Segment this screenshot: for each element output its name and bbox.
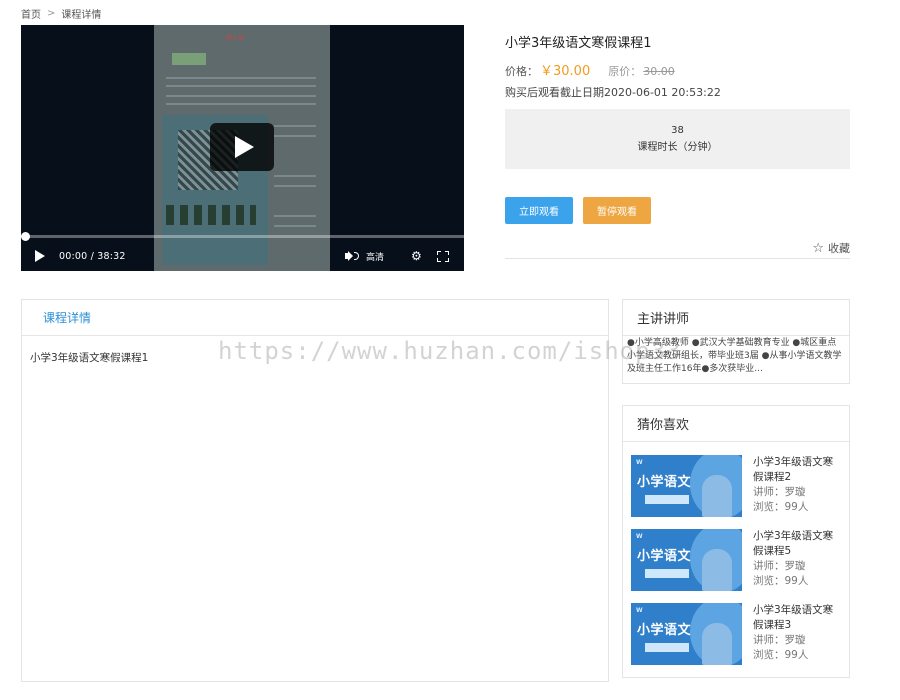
control-bar: 00:00 / 38:32 高清 ⚙ xyxy=(21,241,464,271)
breadcrumb-current: 课程详情 xyxy=(61,10,102,21)
video-page-title: 第十讲 xyxy=(226,35,245,42)
favorite-button[interactable]: 收藏 xyxy=(828,240,850,256)
pause-watch-button[interactable]: 暂停观看 xyxy=(583,197,651,224)
video-text-line xyxy=(166,95,316,97)
logo-icon: W xyxy=(636,533,643,540)
course-thumbnail[interactable]: W 小学语文 xyxy=(631,603,742,665)
list-item[interactable]: W 小学语文 小学3年级语文寒假课程5 讲师：罗璇 浏览：99人 xyxy=(631,529,841,591)
tree-illustration xyxy=(166,205,256,225)
gear-icon[interactable]: ⚙ xyxy=(411,250,422,262)
item-title-link[interactable]: 小学3年级语文寒假课程2 xyxy=(753,455,843,485)
teacher-description: ●小学高级教师 ●武汉大学基础教育专业 ●城区重点小学语文教研组长，带毕业班3届… xyxy=(627,338,842,374)
video-text-line xyxy=(166,77,316,79)
fullscreen-icon[interactable] xyxy=(437,251,449,262)
item-teacher: 讲师：罗璇 xyxy=(753,560,806,572)
item-views: 浏览：99人 xyxy=(753,649,809,661)
student-illustration xyxy=(702,623,732,665)
recommend-list: W 小学语文 小学3年级语文寒假课程2 讲师：罗璇 浏览：99人 W 小学语文 … xyxy=(623,442,849,665)
thumbnail-strip xyxy=(645,643,689,652)
video-text-line xyxy=(274,225,316,227)
breadcrumb: 首页 > 课程详情 xyxy=(21,6,101,21)
action-buttons: 立即观看 暂停观看 xyxy=(505,197,850,224)
play-icon[interactable] xyxy=(35,250,45,262)
course-detail-heading: 课程详情 xyxy=(22,300,608,336)
teacher-panel: 主讲讲师 ●小学高级教师 ●武汉大学基础教育专业 ●城区重点小学语文教研组长，带… xyxy=(622,299,850,384)
original-price: 30.00 xyxy=(643,65,675,78)
logo-icon: W xyxy=(636,459,643,466)
item-info: 小学3年级语文寒假课程3 讲师：罗璇 浏览：99人 xyxy=(753,603,843,665)
video-page-tag xyxy=(172,53,206,65)
item-teacher: 讲师：罗璇 xyxy=(753,486,806,498)
student-illustration xyxy=(702,475,732,517)
video-text-line xyxy=(166,103,316,105)
thumbnail-strip xyxy=(645,495,689,504)
original-price-label: 原价： xyxy=(608,65,642,78)
duration-box: 38 课程时长（分钟） xyxy=(505,109,850,169)
course-detail-body: 小学3年级语文寒假课程1 xyxy=(30,352,149,364)
total-time: 38:32 xyxy=(97,250,126,262)
video-text-line xyxy=(166,85,316,87)
course-thumbnail[interactable]: W 小学语文 xyxy=(631,529,742,591)
thumbnail-strip xyxy=(645,569,689,578)
current-time: 00:00 xyxy=(59,250,88,262)
progress-handle[interactable] xyxy=(21,232,30,241)
duration-label: 课程时长（分钟） xyxy=(637,142,718,153)
thumbnail-text: 小学语文 xyxy=(637,475,692,490)
item-info: 小学3年级语文寒假课程2 讲师：罗璇 浏览：99人 xyxy=(753,455,843,517)
video-text-line xyxy=(274,175,316,177)
student-illustration xyxy=(702,549,732,591)
breadcrumb-home-link[interactable]: 首页 xyxy=(21,6,41,21)
recommend-heading: 猜你喜欢 xyxy=(623,406,849,442)
video-text-line xyxy=(274,215,316,217)
course-info: 小学3年级语文寒假课程1 价格： ￥30.00 原价： 30.00 购买后观看截… xyxy=(505,25,850,259)
logo-icon: W xyxy=(636,607,643,614)
thumbnail-text: 小学语文 xyxy=(637,623,692,638)
volume-icon[interactable] xyxy=(345,251,359,261)
big-play-button[interactable] xyxy=(210,123,274,171)
list-item[interactable]: W 小学语文 小学3年级语文寒假课程2 讲师：罗璇 浏览：99人 xyxy=(631,455,841,517)
video-text-line xyxy=(274,135,316,137)
quality-selector[interactable]: 高清 xyxy=(366,250,384,263)
recommend-panel: 猜你喜欢 W 小学语文 小学3年级语文寒假课程2 讲师：罗璇 浏览：99人 W … xyxy=(622,405,850,678)
teacher-heading: 主讲讲师 xyxy=(623,300,849,336)
thumbnail-text: 小学语文 xyxy=(637,549,692,564)
play-icon xyxy=(234,136,254,158)
video-text-line xyxy=(274,125,316,127)
time-display: 00:00 / 38:32 xyxy=(59,251,126,262)
item-views: 浏览：99人 xyxy=(753,575,809,587)
item-views: 浏览：99人 xyxy=(753,501,809,513)
current-price: ￥30.00 xyxy=(540,64,591,79)
time-separator: / xyxy=(90,250,95,262)
duration-value: 38 xyxy=(671,125,684,136)
course-detail-panel: 课程详情 小学3年级语文寒假课程1 xyxy=(21,299,609,682)
watch-now-button[interactable]: 立即观看 xyxy=(505,197,573,224)
list-item[interactable]: W 小学语文 小学3年级语文寒假课程3 讲师：罗璇 浏览：99人 xyxy=(631,603,841,665)
item-title-link[interactable]: 小学3年级语文寒假课程3 xyxy=(753,603,843,633)
price-label: 价格： xyxy=(505,65,538,78)
favorite-row: ☆ 收藏 xyxy=(505,241,850,259)
item-title-link[interactable]: 小学3年级语文寒假课程5 xyxy=(753,529,843,559)
video-text-line xyxy=(274,185,316,187)
chevron-right-icon: > xyxy=(47,8,56,19)
course-thumbnail[interactable]: W 小学语文 xyxy=(631,455,742,517)
watch-deadline: 购买后观看截止日期2020-06-01 20:53:22 xyxy=(505,86,721,99)
price-row: 价格： ￥30.00 原价： 30.00 xyxy=(505,60,850,79)
course-title: 小学3年级语文寒假课程1 xyxy=(505,36,652,51)
progress-bar[interactable] xyxy=(21,232,464,241)
video-player[interactable]: 第十讲 00:00 / 38:32 高清 ⚙ xyxy=(21,25,464,271)
item-teacher: 讲师：罗璇 xyxy=(753,634,806,646)
star-icon[interactable]: ☆ xyxy=(812,241,824,256)
item-info: 小学3年级语文寒假课程5 讲师：罗璇 浏览：99人 xyxy=(753,529,843,591)
